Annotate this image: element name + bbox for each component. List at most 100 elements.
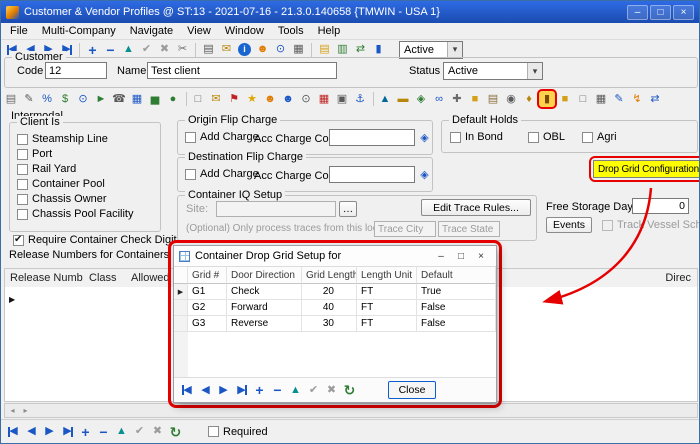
folder-icon[interactable]: ■ [467,91,483,107]
add-row-icon[interactable]: + [77,424,94,440]
site-browse-button[interactable]: … [339,201,357,217]
sync-icon[interactable]: ⇄ [352,42,369,58]
gear-icon[interactable]: ◉ [503,91,519,107]
checkbox-in-bond[interactable]: In Bond [450,131,503,143]
clock2-icon[interactable]: ⊙ [298,91,314,107]
bolt-icon[interactable]: ↯ [629,91,645,107]
last-record-icon[interactable]: ▶ [233,382,250,398]
print-icon[interactable]: ▤ [200,42,217,58]
scroll-right-icon[interactable]: ▸ [20,405,31,416]
checkbox-destination-add-charge[interactable]: Add Charge [185,168,259,180]
phone-icon[interactable]: ☎ [111,91,127,107]
search-icon[interactable]: ⊙ [75,91,91,107]
tools-icon[interactable]: ✚ [449,91,465,107]
menu-tools[interactable]: Tools [271,24,311,38]
calculator2-icon[interactable]: ▦ [593,91,609,107]
origin-acc-charge-code-input[interactable] [329,129,415,146]
minimize-button[interactable]: – [627,5,648,20]
up-arrow-icon[interactable]: ▲ [113,424,130,440]
checkbox-chassis-owner[interactable]: Chassis Owner [17,193,160,205]
notes-icon[interactable]: ✎ [21,91,37,107]
save-icon[interactable]: ✔ [305,382,322,398]
table-row[interactable]: ▶ G1 Check 20 FT True [174,284,496,300]
add-record-icon[interactable]: + [84,42,101,58]
delete-row-icon[interactable]: − [95,424,112,440]
dialog-maximize-button[interactable]: □ [451,251,471,262]
folder2-icon[interactable]: ■ [557,91,573,107]
status-combo[interactable]: Active ▾ [443,62,543,80]
destination-acc-lookup-icon[interactable]: ◈ [416,167,433,183]
cut-icon[interactable]: ✂ [174,42,191,58]
chevron-down-icon[interactable]: ▾ [527,63,542,79]
menu-file[interactable]: File [3,24,35,38]
edit-trace-rules-button[interactable]: Edit Trace Rules... [421,199,531,216]
drop-grid-icon[interactable]: ▮ [539,91,555,107]
maximize-button[interactable]: □ [650,5,671,20]
menu-help[interactable]: Help [311,24,348,38]
money-icon[interactable]: $ [57,91,73,107]
map-icon[interactable]: ◈ [413,91,429,107]
checkbox-origin-add-charge[interactable]: Add Charge [185,131,259,143]
checkbox-required[interactable]: Required [208,426,268,438]
copy-icon[interactable]: ▤ [3,91,19,107]
directions-icon[interactable]: ► [93,91,109,107]
database-icon[interactable]: ▮ [370,42,387,58]
link-icon[interactable]: ∞ [431,91,447,107]
drop-grid-configuration-button[interactable]: Drop Grid Configuration [593,160,700,178]
delete-record-icon[interactable]: − [102,42,119,58]
container-icon[interactable]: ▬ [395,91,411,107]
person-icon[interactable]: ☻ [262,91,278,107]
first-record-icon[interactable]: ◀ [5,424,22,440]
checkbox-container-pool[interactable]: Container Pool [17,178,160,190]
checkbox-obl[interactable]: OBL [528,131,565,143]
refresh-icon[interactable]: ↻ [167,424,184,440]
people-icon[interactable]: ☻ [280,91,296,107]
origin-acc-lookup-icon[interactable]: ◈ [416,130,433,146]
menu-view[interactable]: View [180,24,218,38]
save-icon[interactable]: ✔ [131,424,148,440]
dialog-close-button[interactable]: Close [388,381,436,399]
cancel-icon[interactable]: ✖ [156,42,173,58]
checkbox-chassis-pool-facility[interactable]: Chassis Pool Facility [17,208,160,220]
ship-icon[interactable]: ▲ [377,91,393,107]
dialog-minimize-button[interactable]: – [431,251,451,262]
first-record-icon[interactable]: ◀ [179,382,196,398]
truck-icon[interactable]: ▣ [334,91,350,107]
menu-window[interactable]: Window [218,24,271,38]
delete-row-icon[interactable]: − [269,382,286,398]
events-button[interactable]: Events [546,217,592,233]
checkbox-agri[interactable]: Agri [582,131,617,143]
save-icon[interactable]: ✔ [138,42,155,58]
notebook-icon[interactable]: ▥ [334,42,351,58]
contact-icon[interactable]: ☻ [254,42,271,58]
prev-record-icon[interactable]: ◀ [197,382,214,398]
archive-icon[interactable]: ▤ [485,91,501,107]
key-icon[interactable]: ♦ [521,91,537,107]
info-icon[interactable]: i [238,43,251,56]
table-row[interactable]: G2 Forward 40 FT False [174,300,496,316]
close-button[interactable]: × [673,5,694,20]
document2-icon[interactable]: □ [575,91,591,107]
menu-multi-company[interactable]: Multi-Company [35,24,123,38]
add-row-icon[interactable]: + [251,382,268,398]
next-record-icon[interactable]: ▶ [41,424,58,440]
dialog-close-icon[interactable]: × [471,251,491,262]
free-storage-days-input[interactable] [632,198,689,214]
document-icon[interactable]: □ [190,91,206,107]
next-record-icon[interactable]: ▶ [215,382,232,398]
mail-icon[interactable]: ✉ [218,42,235,58]
globe-icon[interactable]: ● [165,91,181,107]
destination-acc-charge-code-input[interactable] [329,166,415,183]
checkbox-steamship-line[interactable]: Steamship Line [17,133,160,145]
cancel-icon[interactable]: ✖ [149,424,166,440]
up-arrow-icon[interactable]: ▲ [287,382,304,398]
last-record-icon[interactable]: ▶ [59,424,76,440]
code-input[interactable] [45,62,107,79]
refresh-icon[interactable]: ↻ [341,382,358,398]
record-filter-combo[interactable]: Active ▾ [399,41,463,59]
mail2-icon[interactable]: ✉ [208,91,224,107]
flag-icon[interactable]: ⚑ [226,91,242,107]
cancel-icon[interactable]: ✖ [323,382,340,398]
chevron-down-icon[interactable]: ▾ [447,42,462,58]
up-arrow-icon[interactable]: ▲ [120,42,137,58]
